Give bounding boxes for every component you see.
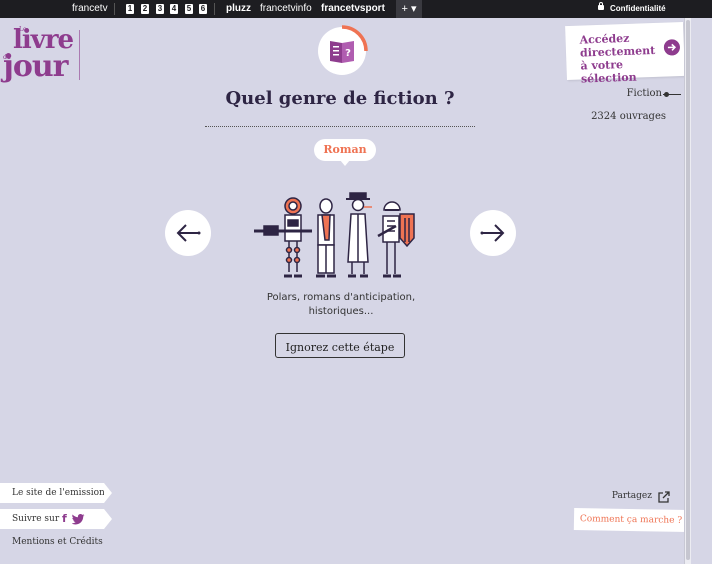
svg-text:?: ? [345,48,351,59]
channel-6-link[interactable]: 6 [199,4,207,14]
francetv-link[interactable]: francetv [72,3,108,15]
breadcrumb-fiction[interactable]: Fiction [600,88,662,99]
book-question-icon: ? [318,25,368,75]
direct-selection-label: Accédez directement à votre sélection [579,31,656,86]
francetvinfo-link[interactable]: francetvinfo [260,3,312,15]
francetvsport-link[interactable]: francetvsport [321,3,385,15]
previous-option-button[interactable] [165,210,211,256]
question-title: Quel genre de fiction ? [225,88,455,109]
external-link-icon[interactable] [658,491,670,503]
france-tv-topbar: francetv 1 2 3 4 5 6 pluzz francetvinfo … [0,0,712,18]
title-divider [205,126,475,127]
channel-5-link[interactable]: 5 [185,4,193,14]
topbar-separator [114,3,115,15]
credits-link[interactable]: Mentions et Crédits [12,537,103,547]
next-option-button[interactable] [470,210,516,256]
page-scrollbar[interactable] [684,18,691,564]
arrow-right-icon [480,224,505,242]
direct-selection-card[interactable]: Accédez directement à votre sélection [565,21,685,86]
option-description: Polars, romans d'anticipation, historiqu… [266,292,416,317]
skip-step-button[interactable]: Ignorez cette étape [275,333,405,358]
follow-us-bar: Suivre sur f [0,509,112,529]
channel-4-link[interactable]: 4 [170,4,178,14]
pluzz-link[interactable]: pluzz [226,3,251,15]
how-it-works-label: Comment ça marche ? [579,514,683,526]
twitter-icon[interactable] [72,514,85,525]
option-name-badge: Roman [314,139,376,166]
how-it-works-button[interactable]: Comment ça marche ? [573,508,689,532]
share-link[interactable]: Partagez [600,491,652,501]
livre-du-jour-logo[interactable]: Le livre du jour [3,26,79,84]
arrow-right-circle-icon [663,39,681,56]
channel-2-link[interactable]: 2 [141,4,149,14]
channel-1-link[interactable]: 1 [126,4,134,14]
logo-divider [79,30,80,80]
book-count: 2324 ouvrages [591,111,666,122]
scrollbar-thumb[interactable] [686,20,690,560]
follow-label: Suivre sur [12,514,60,524]
show-site-link[interactable]: Le site de l'emission [0,483,112,503]
more-sites-button[interactable]: + ▾ [396,0,422,18]
arrow-left-icon [176,224,201,242]
roman-characters-illustration [254,192,415,278]
show-site-label: Le site de l'emission [12,488,105,498]
logo-jour: jour [3,49,68,84]
breadcrumb-dot [664,92,669,97]
lock-icon [598,2,604,10]
channel-3-link[interactable]: 3 [156,4,164,14]
facebook-icon[interactable]: f [62,509,67,529]
privacy-link[interactable]: Confidentialité [610,3,666,15]
topbar-separator [214,3,215,15]
